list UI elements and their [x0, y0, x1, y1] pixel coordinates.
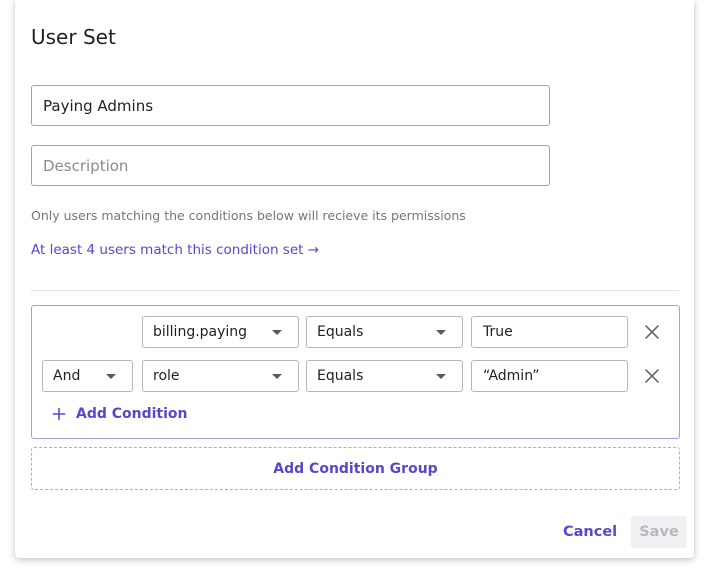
- plus-icon: [52, 407, 66, 421]
- operator-select[interactable]: Equals: [306, 360, 463, 392]
- divider: [31, 290, 679, 291]
- user-set-dialog: User Set Only users matching the conditi…: [15, 0, 694, 558]
- caret-down-icon: [436, 330, 446, 335]
- operator-select[interactable]: Equals: [306, 316, 463, 348]
- value-input[interactable]: [471, 316, 628, 348]
- name-field[interactable]: [31, 85, 550, 126]
- remove-condition-button[interactable]: [641, 321, 663, 343]
- save-button[interactable]: Save: [631, 516, 687, 548]
- conjunction-select-value: And: [53, 368, 81, 384]
- matching-users-link[interactable]: At least 4 users match this condition se…: [31, 242, 319, 258]
- helper-text: Only users matching the conditions below…: [31, 208, 466, 223]
- field-select[interactable]: billing.paying: [142, 316, 299, 348]
- close-icon: [645, 325, 659, 339]
- condition-group: billing.paying Equals And role: [31, 305, 680, 439]
- field-select-value: billing.paying: [153, 324, 248, 340]
- operator-select-value: Equals: [317, 324, 364, 340]
- caret-down-icon: [272, 330, 282, 335]
- field-select-value: role: [153, 368, 180, 384]
- add-condition-group-button[interactable]: Add Condition Group: [31, 447, 680, 490]
- field-select[interactable]: role: [142, 360, 299, 392]
- caret-down-icon: [272, 374, 282, 379]
- caret-down-icon: [436, 374, 446, 379]
- add-condition-group-label: Add Condition Group: [273, 460, 438, 477]
- close-icon: [645, 369, 659, 383]
- add-condition-button[interactable]: Add Condition: [52, 406, 188, 422]
- description-field[interactable]: [31, 145, 550, 186]
- dialog-title: User Set: [31, 25, 116, 49]
- cancel-label: Cancel: [563, 524, 618, 540]
- add-condition-label: Add Condition: [76, 406, 188, 422]
- conjunction-select[interactable]: And: [42, 360, 133, 392]
- remove-condition-button[interactable]: [641, 365, 663, 387]
- caret-down-icon: [106, 374, 116, 379]
- save-label: Save: [639, 524, 679, 540]
- operator-select-value: Equals: [317, 368, 364, 384]
- value-input[interactable]: [471, 360, 628, 392]
- cancel-button[interactable]: Cancel: [553, 516, 627, 548]
